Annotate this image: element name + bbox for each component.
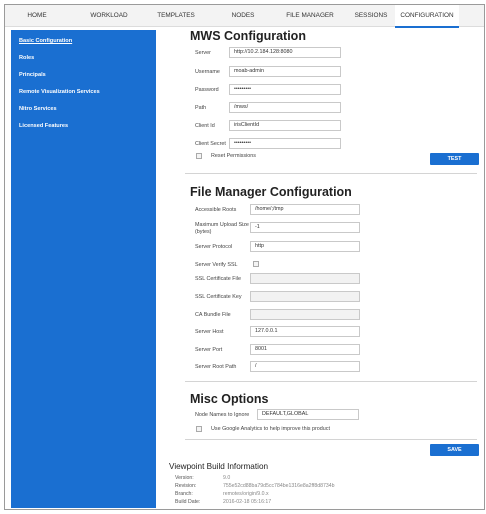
google-analytics-checkbox[interactable] [196, 426, 202, 432]
server-protocol-input[interactable]: http [250, 241, 360, 252]
sidebar-item-principals[interactable]: Principals [19, 72, 46, 78]
sidebar: Basic Configuration Roles Principals Rem… [11, 30, 156, 508]
section-divider [185, 439, 477, 440]
node-names-ignore-label: Node Names to Ignore [195, 412, 250, 418]
sidebar-item-nitro-services[interactable]: Nitro Services [19, 106, 57, 112]
branch-value: remotes/origin/9.0.x [223, 491, 269, 497]
reset-permissions-label: Reset Permissions [211, 153, 256, 159]
build-date-label: Build Date: [175, 499, 201, 505]
server-root-path-input[interactable]: / [250, 361, 360, 372]
section-divider [185, 173, 477, 174]
server-label: Server [195, 50, 211, 56]
server-verify-ssl-label: Server Verify SSL [195, 262, 238, 268]
server-host-label: Server Host [195, 329, 224, 335]
misc-section-title: Misc Options [190, 392, 269, 406]
tab-file-manager[interactable]: FILE MANAGER [277, 5, 343, 27]
google-analytics-label: Use Google Analytics to help improve thi… [211, 426, 330, 432]
sidebar-item-roles[interactable]: Roles [19, 55, 34, 61]
tab-workload[interactable]: WORKLOAD [83, 5, 135, 27]
tab-configuration[interactable]: CONFIGURATION [395, 5, 459, 28]
server-port-label: Server Port [195, 347, 223, 353]
accessible-roots-label: Accessible Roots [195, 207, 237, 213]
tab-nodes[interactable]: NODES [223, 5, 263, 27]
test-button[interactable]: TEST [430, 153, 479, 165]
max-upload-size-input[interactable]: -1 [250, 222, 360, 233]
client-secret-input[interactable]: ••••••••• [229, 138, 341, 149]
mws-section-title: MWS Configuration [190, 29, 306, 43]
branch-label: Branch: [175, 491, 193, 497]
app-window: HOME WORKLOAD TEMPLATES NODES FILE MANAG… [4, 4, 485, 510]
sidebar-item-remote-visualization-services[interactable]: Remote Visualization Services [19, 89, 100, 95]
path-input[interactable]: /mws/ [229, 102, 341, 113]
reset-permissions-checkbox[interactable] [196, 153, 202, 159]
section-divider [185, 381, 477, 382]
save-button[interactable]: SAVE [430, 444, 479, 456]
tab-sessions[interactable]: SESSIONS [349, 5, 393, 27]
ca-bundle-file-input [250, 309, 360, 320]
tab-home[interactable]: HOME [19, 5, 55, 27]
username-label: Username [195, 69, 220, 75]
ca-bundle-file-label: CA Bundle File [195, 312, 231, 318]
top-nav: HOME WORKLOAD TEMPLATES NODES FILE MANAG… [5, 5, 484, 28]
server-protocol-label: Server Protocol [195, 244, 233, 250]
version-label: Version: [175, 475, 194, 481]
server-verify-ssl-checkbox[interactable] [253, 261, 259, 267]
username-input[interactable]: moab-admin [229, 66, 341, 77]
sidebar-item-basic-configuration[interactable]: Basic Configuration [19, 38, 72, 44]
revision-value: 755e52cd88ba79d5cc784be1316e8a2ff8d8734b [223, 483, 335, 489]
ssl-cert-key-input [250, 291, 360, 302]
node-names-ignore-input[interactable]: DEFAULT,GLOBAL [257, 409, 359, 420]
build-date-value: 2016-02-18 05:16:17 [223, 499, 272, 505]
accessible-roots-input[interactable]: /home/;/tmp [250, 204, 360, 215]
password-input[interactable]: ••••••••• [229, 84, 341, 95]
path-label: Path [195, 105, 207, 111]
sidebar-item-licensed-features[interactable]: Licensed Features [19, 123, 68, 129]
tab-templates[interactable]: TEMPLATES [151, 5, 201, 27]
password-label: Password [195, 87, 219, 93]
server-host-input[interactable]: 127.0.0.1 [250, 326, 360, 337]
server-root-path-label: Server Root Path [195, 364, 237, 370]
build-info-title: Viewpoint Build Information [169, 462, 269, 471]
version-value: 9.0 [223, 475, 231, 481]
server-input[interactable]: http://10.2.184.128:8080 [229, 47, 341, 58]
client-secret-label: Client Secret [195, 141, 226, 147]
client-id-label: Client Id [195, 123, 215, 129]
ssl-cert-key-label: SSL Certificate Key [195, 294, 242, 300]
server-port-input[interactable]: 8001 [250, 344, 360, 355]
max-upload-size-label: Maximum Upload Size [195, 222, 249, 228]
ssl-cert-file-label: SSL Certificate File [195, 276, 241, 282]
max-upload-size-unit-label: (bytes) [195, 229, 212, 235]
client-id-input[interactable]: irisClientId [229, 120, 341, 131]
revision-label: Revision: [175, 483, 197, 489]
file-manager-section-title: File Manager Configuration [190, 185, 352, 199]
ssl-cert-file-input [250, 273, 360, 284]
